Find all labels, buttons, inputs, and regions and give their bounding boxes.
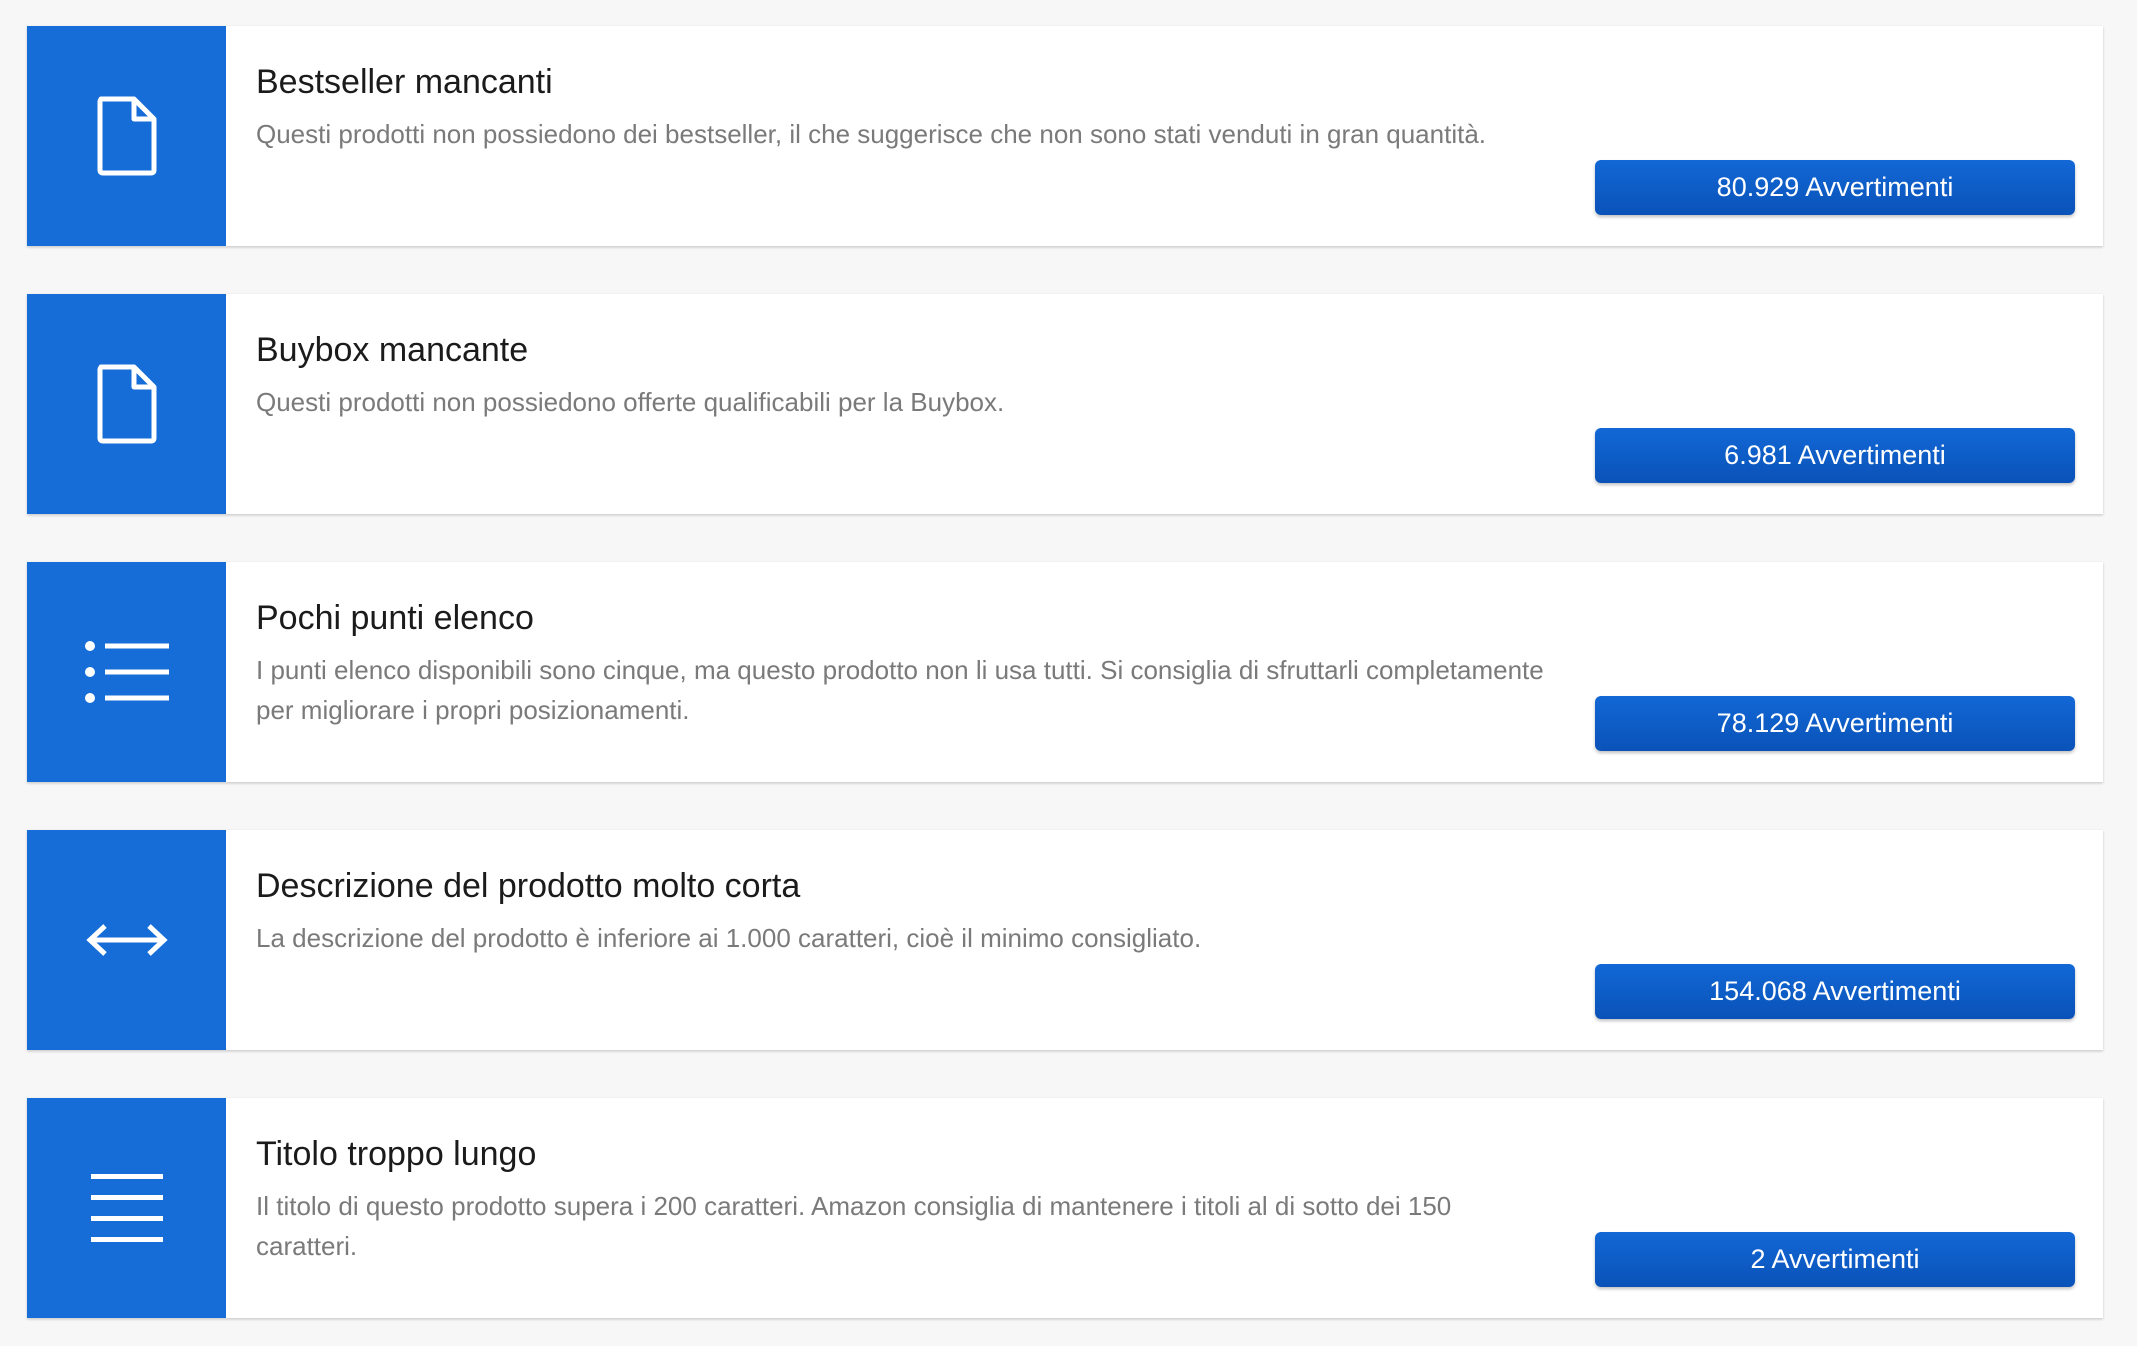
card-content: Pochi punti elenco I punti elenco dispon…: [256, 596, 1556, 730]
card-title: Pochi punti elenco: [256, 599, 534, 637]
card-description: Il titolo di questo prodotto supera i 20…: [256, 1191, 1452, 1261]
warning-card-title-too-long: Titolo troppo lungo Il titolo di questo …: [27, 1098, 2103, 1318]
card-title: Descrizione del prodotto molto corta: [256, 867, 801, 905]
double-arrow-icon: [85, 924, 168, 956]
warning-card-few-bullet-points: Pochi punti elenco I punti elenco dispon…: [27, 562, 2103, 782]
card-description: I punti elenco disponibili sono cinque, …: [256, 655, 1544, 725]
card-content: Buybox mancante Questi prodotti non poss…: [256, 328, 1556, 422]
card-description: Questi prodotti non possiedono offerte q…: [256, 387, 1005, 417]
bullet-list-icon: [84, 641, 169, 703]
card-icon-panel: [27, 294, 226, 514]
card-icon-panel: [27, 1098, 226, 1318]
warnings-list: Bestseller mancanti Questi prodotti non …: [27, 26, 2103, 1318]
card-title: Titolo troppo lungo: [256, 1135, 537, 1173]
warnings-count-button[interactable]: 154.068 Avvertimenti: [1595, 964, 2075, 1019]
warnings-count-button[interactable]: 80.929 Avvertimenti: [1595, 160, 2075, 215]
warning-card-missing-bestseller: Bestseller mancanti Questi prodotti non …: [27, 26, 2103, 246]
card-title: Buybox mancante: [256, 331, 529, 369]
warnings-count-button[interactable]: 6.981 Avvertimenti: [1595, 428, 2075, 483]
card-description: Questi prodotti non possiedono dei bests…: [256, 119, 1487, 149]
warning-card-missing-buybox: Buybox mancante Questi prodotti non poss…: [27, 294, 2103, 514]
card-description: La descrizione del prodotto è inferiore …: [256, 923, 1202, 953]
card-content: Bestseller mancanti Questi prodotti non …: [256, 60, 1556, 154]
document-icon: [97, 96, 156, 176]
warning-card-short-description: Descrizione del prodotto molto corta La …: [27, 830, 2103, 1050]
card-icon-panel: [27, 830, 226, 1050]
card-content: Descrizione del prodotto molto corta La …: [256, 864, 1556, 958]
lines-icon: [90, 1174, 163, 1242]
card-icon-panel: [27, 562, 226, 782]
document-icon: [97, 364, 156, 444]
card-icon-panel: [27, 26, 226, 246]
card-title: Bestseller mancanti: [256, 63, 553, 101]
warnings-count-button[interactable]: 78.129 Avvertimenti: [1595, 696, 2075, 751]
warnings-count-button[interactable]: 2 Avvertimenti: [1595, 1232, 2075, 1287]
card-content: Titolo troppo lungo Il titolo di questo …: [256, 1132, 1556, 1266]
